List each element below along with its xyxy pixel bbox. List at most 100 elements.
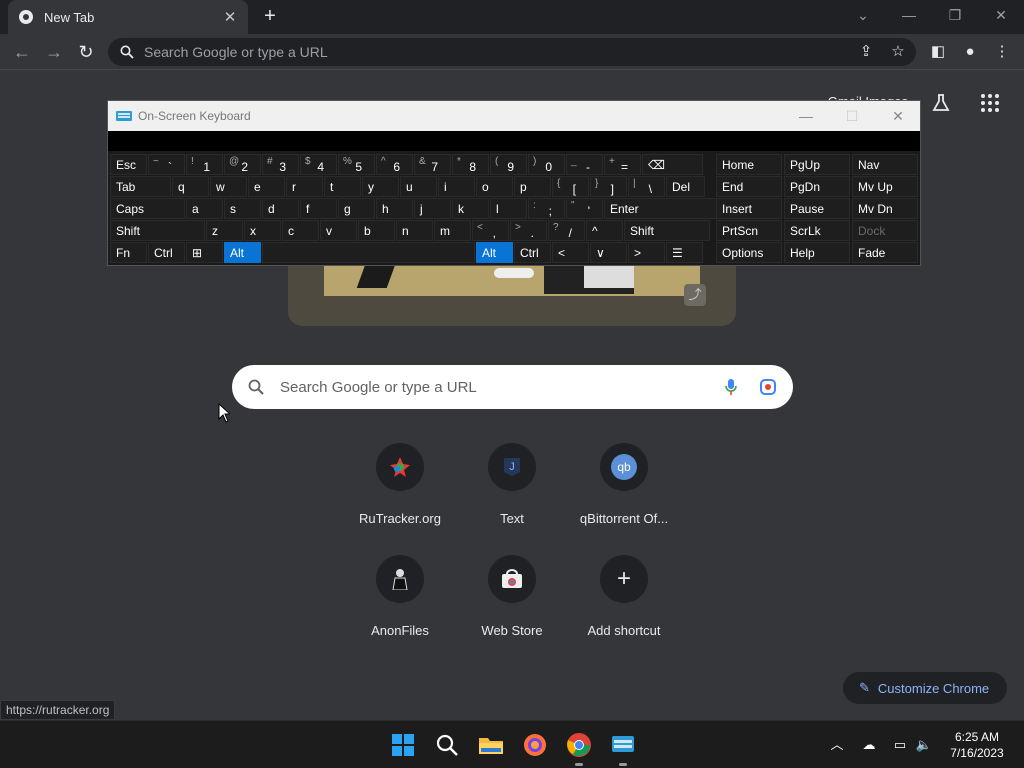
shortcut-anonfiles[interactable]: AnonFiles — [344, 555, 456, 638]
osk-nav-key[interactable]: PgUp — [784, 154, 850, 175]
osk-key[interactable]: (9 — [490, 154, 527, 175]
osk-key[interactable]: > — [628, 242, 665, 263]
osk-key[interactable]: r — [286, 176, 323, 197]
osk-key[interactable]: " ' — [566, 198, 603, 219]
osk-key[interactable]: < — [552, 242, 589, 263]
osk-key[interactable]: Alt — [476, 242, 513, 263]
osk-key[interactable]: p — [514, 176, 551, 197]
osk-key[interactable]: Del — [666, 176, 705, 197]
osk-nav-key[interactable]: Mv Up — [852, 176, 918, 197]
osk-key[interactable]: j — [414, 198, 451, 219]
osk-key[interactable]: Caps — [110, 198, 185, 219]
osk-key[interactable]: * 8 — [452, 154, 489, 175]
osk-key[interactable]: ^ 6 — [376, 154, 413, 175]
chrome-taskbar-icon[interactable] — [565, 731, 593, 759]
osk-key[interactable]: ⌫ — [642, 154, 703, 175]
osk-key[interactable]: ? / — [548, 220, 585, 241]
osk-key[interactable]: Tab — [110, 176, 171, 197]
osk-key[interactable]: q — [172, 176, 209, 197]
osk-key[interactable]: ) 0 — [528, 154, 565, 175]
osk-key[interactable]: f — [300, 198, 337, 219]
osk-key[interactable]: v — [320, 220, 357, 241]
voice-search-icon[interactable] — [723, 378, 739, 396]
osk-key[interactable]: l — [490, 198, 527, 219]
shortcut-web-store[interactable]: Web Store — [456, 555, 568, 638]
shortcut-add[interactable]: + Add shortcut — [568, 555, 680, 638]
osk-key[interactable]: ~ ` — [148, 154, 185, 175]
show-hidden-icons-chevron-icon[interactable]: ︿ — [827, 735, 847, 755]
new-tab-button[interactable]: + — [258, 6, 282, 28]
osk-key[interactable]: z — [206, 220, 243, 241]
osk-nav-key[interactable]: Mv Dn — [852, 198, 918, 219]
menu-icon[interactable]: ⋮ — [992, 42, 1012, 62]
search-taskbar-icon[interactable] — [433, 731, 461, 759]
restore-button[interactable]: ❐ — [941, 4, 969, 26]
address-bar[interactable]: Search Google or type a URL — [108, 38, 916, 66]
onedrive-offline-icon[interactable]: ☁ — [859, 735, 879, 755]
osk-key[interactable]: i — [438, 176, 475, 197]
labs-flask-icon[interactable] — [930, 92, 952, 114]
reload-button[interactable]: ↻ — [74, 40, 98, 64]
osk-key[interactable]: {[ — [552, 176, 589, 197]
osk-key[interactable]: b — [358, 220, 395, 241]
osk-key[interactable]: s — [224, 198, 261, 219]
share-doodle-icon[interactable]: ⤴ — [684, 284, 706, 306]
osk-nav-key[interactable]: PrtScn — [716, 220, 782, 241]
customize-chrome-button[interactable]: ✎ Customize Chrome — [843, 672, 1007, 704]
taskbar-clock[interactable]: 6:25 AM 7/16/2023 — [942, 729, 1012, 761]
tab-search-icon[interactable]: ⌄ — [849, 4, 877, 26]
osk-key[interactable]: #3 — [262, 154, 299, 175]
osk-nav-key[interactable]: Fade — [852, 242, 918, 263]
osk-nav-key[interactable]: Pause — [784, 198, 850, 219]
file-explorer-icon[interactable] — [477, 731, 505, 759]
osk-nav-key[interactable]: PgDn — [784, 176, 850, 197]
share-icon[interactable]: ⇪ — [856, 42, 876, 62]
osk-nav-key[interactable]: End — [716, 176, 782, 197]
osk-key[interactable]: y — [362, 176, 399, 197]
osk-key[interactable]: ☰ — [666, 242, 703, 263]
osk-key[interactable] — [262, 242, 475, 263]
osk-key[interactable]: & 7 — [414, 154, 451, 175]
osk-key[interactable]: Shift — [624, 220, 710, 241]
osk-minimize-button[interactable]: — — [794, 106, 818, 126]
osk-key[interactable]: t — [324, 176, 361, 197]
osk-key[interactable]: $4 — [300, 154, 337, 175]
osk-key[interactable]: _ - — [566, 154, 603, 175]
close-tab-icon[interactable]: ✕ — [222, 8, 238, 26]
profile-icon[interactable]: ● — [960, 42, 980, 62]
bookmark-star-icon[interactable]: ☆ — [888, 42, 908, 62]
osk-key[interactable]: }] — [590, 176, 627, 197]
lens-search-icon[interactable] — [759, 378, 777, 396]
osk-key[interactable]: + = — [604, 154, 641, 175]
tab-new-tab[interactable]: New Tab ✕ — [8, 0, 248, 34]
firefox-icon[interactable] — [521, 731, 549, 759]
volume-icon[interactable]: 🔈 — [914, 735, 934, 755]
osk-key[interactable]: o — [476, 176, 513, 197]
minimize-button[interactable]: — — [895, 4, 923, 26]
osk-nav-key[interactable]: Nav — [852, 154, 918, 175]
osk-close-button[interactable]: ✕ — [886, 106, 910, 126]
side-panel-icon[interactable]: ◧ — [928, 42, 948, 62]
osk-key[interactable]: :; — [528, 198, 565, 219]
windows-start-icon[interactable] — [389, 731, 417, 759]
osk-nav-key[interactable]: Home — [716, 154, 782, 175]
osk-key[interactable]: d — [262, 198, 299, 219]
osk-key[interactable]: w — [210, 176, 247, 197]
shortcut-rutracker[interactable]: RuTracker.org — [344, 443, 456, 526]
osk-key[interactable]: Fn — [110, 242, 147, 263]
osk-key[interactable]: Shift — [110, 220, 205, 241]
osk-key[interactable]: ^ — [586, 220, 623, 241]
osk-nav-key[interactable]: Insert — [716, 198, 782, 219]
osk-key[interactable]: h — [376, 198, 413, 219]
osk-nav-key[interactable]: Options — [716, 242, 782, 263]
osk-key[interactable]: ⊞ — [186, 242, 223, 263]
osk-key[interactable]: ∨ — [590, 242, 627, 263]
osk-key[interactable]: <, — [472, 220, 509, 241]
osk-key[interactable]: n — [396, 220, 433, 241]
osk-key[interactable]: Alt — [224, 242, 261, 263]
osk-key[interactable]: m — [434, 220, 471, 241]
on-screen-keyboard-taskbar-icon[interactable] — [609, 731, 637, 759]
network-icon[interactable]: ▭ — [890, 735, 910, 755]
osk-key[interactable]: e — [248, 176, 285, 197]
close-window-button[interactable]: ✕ — [987, 4, 1015, 26]
